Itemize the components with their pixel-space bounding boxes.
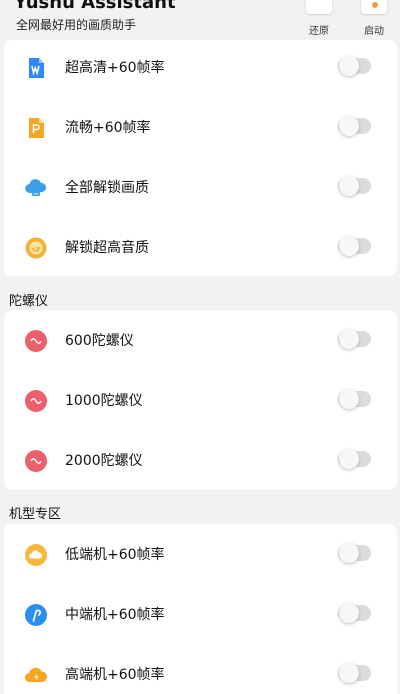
toggle-switch[interactable] (338, 56, 371, 76)
item-label: 高端机+60帧率 (65, 667, 165, 683)
list-item[interactable]: 流畅+60帧率 (4, 98, 397, 158)
start-button[interactable]: 启动 (354, 0, 394, 40)
toggle-switch[interactable] (338, 449, 371, 469)
section-title-models: 机型专区 (9, 507, 62, 522)
start-label: 启动 (364, 26, 384, 37)
item-label: 2000陀螺仪 (65, 453, 143, 469)
restore-icon (306, 0, 332, 14)
item-label: 全部解锁画质 (65, 180, 149, 196)
app-title: Yushu Assistant (14, 0, 176, 13)
list-item[interactable]: 高端机+60帧率 (4, 645, 397, 694)
list-item[interactable]: 1000陀螺仪 (4, 371, 397, 431)
item-label: 1000陀螺仪 (65, 393, 143, 409)
item-label: 超高清+60帧率 (65, 60, 165, 76)
toggle-switch[interactable] (338, 389, 371, 409)
word-doc-icon (29, 58, 44, 78)
toggle-switch[interactable] (338, 329, 371, 349)
slides-doc-icon (29, 118, 44, 138)
item-label: 流畅+60帧率 (65, 120, 151, 136)
toggle-switch[interactable] (338, 663, 371, 683)
item-label: 低端机+60帧率 (65, 547, 165, 563)
cloud-icon (25, 179, 47, 196)
list-item[interactable]: 超高清+60帧率 (4, 38, 397, 98)
restore-label: 还原 (309, 26, 329, 37)
item-label: 中端机+60帧率 (65, 607, 165, 623)
card-quality: 超高清+60帧率 流畅+60帧率 全部解锁画质 解锁超高音质 (4, 40, 397, 276)
toggle-switch[interactable] (338, 236, 371, 256)
cloud-bolt-icon (24, 667, 48, 683)
gyro-icon (25, 390, 47, 412)
card-gyro: 600陀螺仪 1000陀螺仪 2000陀螺仪 (4, 310, 397, 490)
list-item[interactable]: 600陀螺仪 (4, 311, 397, 371)
section-title-gyro: 陀螺仪 (9, 294, 49, 309)
item-label: 解锁超高音质 (65, 240, 149, 256)
toggle-switch[interactable] (338, 176, 371, 196)
pen-icon (25, 604, 47, 626)
toggle-switch[interactable] (338, 116, 371, 136)
list-item[interactable]: 解锁超高音质 (4, 218, 397, 278)
list-item[interactable]: 中端机+60帧率 (4, 585, 397, 645)
start-icon (361, 0, 387, 14)
toggle-switch[interactable] (338, 603, 371, 623)
music-icon (25, 237, 47, 259)
toggle-switch[interactable] (338, 543, 371, 563)
list-item[interactable]: 全部解锁画质 (4, 158, 397, 218)
app-subtitle: 全网最好用的画质助手 (16, 18, 137, 32)
list-item[interactable]: 低端机+60帧率 (4, 525, 397, 585)
gyro-icon (25, 330, 47, 352)
item-label: 600陀螺仪 (65, 333, 134, 349)
header: Yushu Assistant 全网最好用的画质助手 还原 启动 (0, 0, 400, 42)
card-models: 低端机+60帧率 中端机+60帧率 高端机+60帧率 (4, 524, 397, 694)
list-item[interactable]: 2000陀螺仪 (4, 431, 397, 491)
gyro-icon (25, 450, 47, 472)
restore-button[interactable]: 还原 (299, 0, 339, 40)
weather-cloud-icon (25, 544, 47, 566)
